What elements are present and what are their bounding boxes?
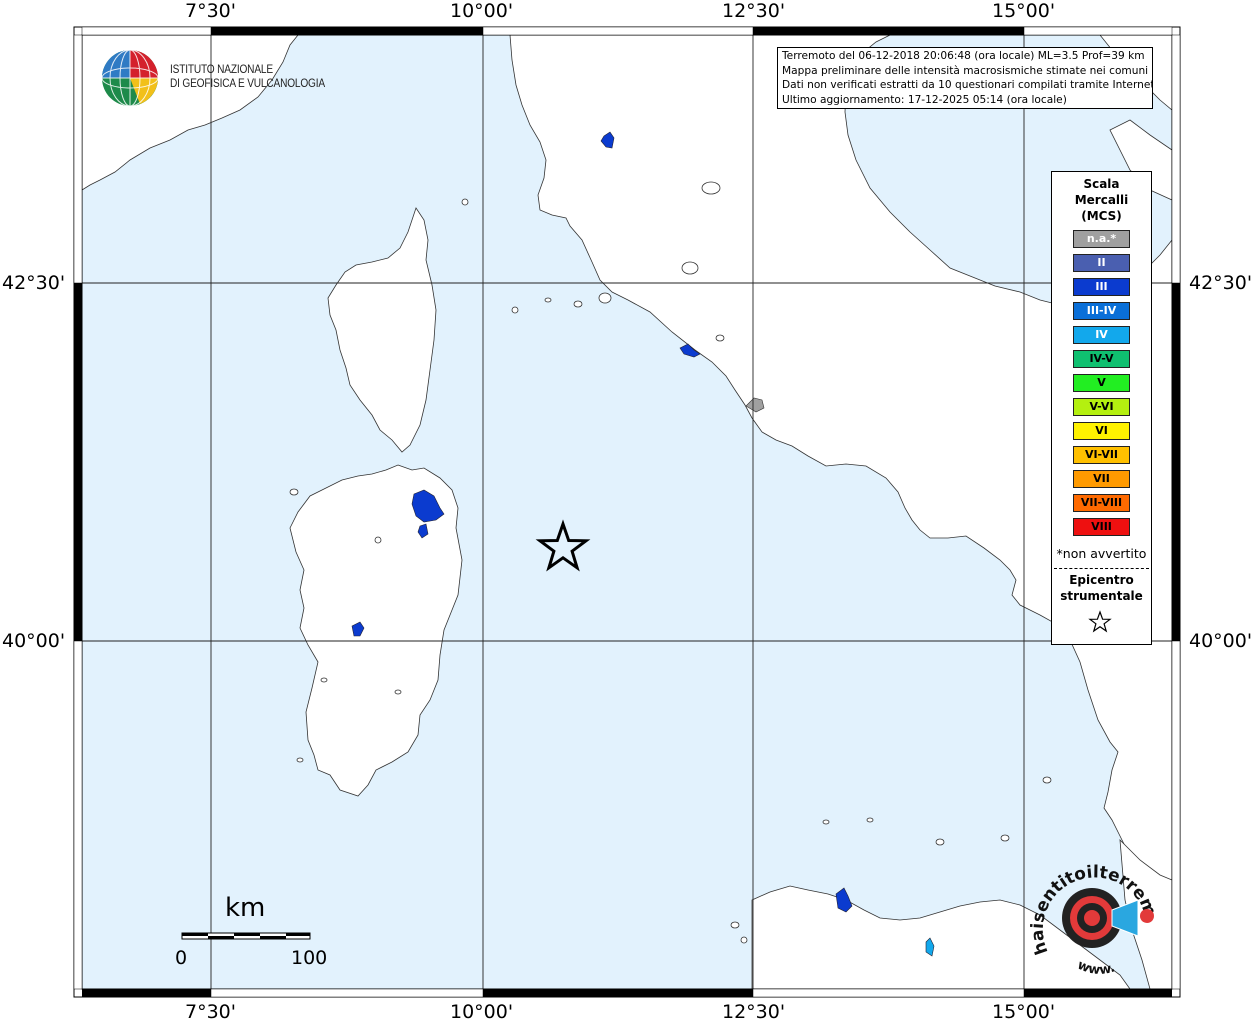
hst-logo-sub: www.	[1075, 958, 1117, 978]
legend-title: Scala Mercalli (MCS)	[1052, 176, 1151, 224]
legend-epicentre-line2: strumentale	[1060, 589, 1143, 603]
ingv-line2: DI GEOFISICA E VULCANOLOGIA	[170, 78, 325, 90]
svg-text:www.: www.	[1075, 958, 1117, 978]
ingv-logo-text: ISTITUTO NAZIONALE DI GEOFISICA E VULCAN…	[170, 63, 325, 91]
lon-label-bottom-3: 12°30'	[722, 1001, 786, 1023]
legend-epicentre-line1: Epicentro	[1069, 573, 1134, 587]
legend-item: VII-VIII	[1073, 494, 1130, 512]
legend-item: VI-VII	[1073, 446, 1130, 464]
hst-logo: haisentitoilterremoto.it www.	[1024, 845, 1170, 980]
lat-label-right-2: 40°00'	[1189, 630, 1253, 652]
event-info-line1: Terremoto del 06-12-2018 20:06:48 (ora l…	[782, 50, 1145, 62]
legend-title-line1: Scala	[1083, 177, 1120, 191]
legend-note: *non avvertito	[1056, 546, 1147, 561]
legend-star-icon	[1088, 610, 1112, 633]
lat-label-left-2: 40°00'	[2, 630, 66, 652]
scale-max-label: 100	[291, 947, 328, 969]
legend-item: VII	[1073, 470, 1130, 488]
legend-divider	[1054, 568, 1149, 569]
legend-epicentre-label: Epicentro strumentale	[1052, 572, 1151, 604]
lon-label-top-3: 12°30'	[722, 0, 786, 22]
legend-item: III	[1073, 278, 1130, 296]
lon-label-top-1: 7°30'	[185, 0, 236, 22]
event-info-line4: Ultimo aggiornamento: 17-12-2025 05:14 (…	[782, 93, 1067, 106]
scale-unit-label: km	[225, 893, 266, 923]
lon-label-bottom-2: 10°00'	[450, 1001, 514, 1023]
scale-bar	[181, 932, 311, 940]
event-info-line3: Dati non verificati estratti da 10 quest…	[782, 79, 1153, 91]
lon-label-bottom-1: 7°30'	[185, 1001, 236, 1023]
mcs-legend: Scala Mercalli (MCS) n.a.* II III III-IV IV I…	[1051, 171, 1152, 645]
scale-min-label: 0	[175, 947, 188, 969]
legend-item: n.a.*	[1073, 230, 1130, 248]
lat-label-right-1: 42°30'	[1189, 272, 1253, 294]
lon-label-top-4: 15°00'	[992, 0, 1056, 22]
legend-item: IV-V	[1073, 350, 1130, 368]
legend-item: VIII	[1073, 518, 1130, 536]
event-info-line2: Mappa preliminare delle intensità macros…	[782, 64, 1149, 77]
legend-item: IV	[1073, 326, 1130, 344]
event-info-box: Terremoto del 06-12-2018 20:06:48 (ora l…	[777, 47, 1153, 109]
legend-item: V	[1073, 374, 1130, 392]
ingv-line1: ISTITUTO NAZIONALE	[170, 64, 273, 76]
legend-item: II	[1073, 254, 1130, 272]
lat-label-left-1: 42°30'	[2, 272, 66, 294]
lon-label-bottom-4: 15°00'	[992, 1001, 1056, 1023]
legend-item: VI	[1073, 422, 1130, 440]
legend-item: V-VI	[1073, 398, 1130, 416]
legend-title-line2: Mercalli	[1074, 193, 1129, 207]
legend-title-line3: (MCS)	[1081, 209, 1122, 223]
lon-label-top-2: 10°00'	[450, 0, 514, 22]
legend-item: III-IV	[1073, 302, 1130, 320]
